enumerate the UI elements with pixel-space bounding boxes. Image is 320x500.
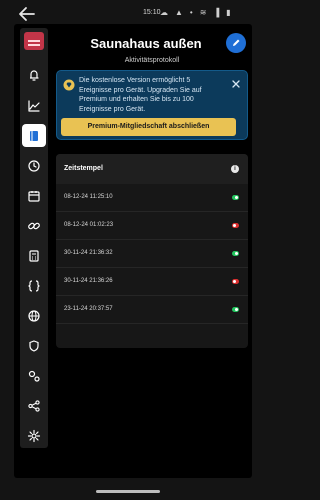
sidebar-item-links[interactable] [22,214,46,238]
state-on-icon [232,307,239,312]
sidebar-item-share[interactable] [22,394,46,418]
state-off-icon [232,223,239,228]
row-timestamp: 08-12-24 11:25:10 [64,194,113,200]
sidebar-item-code[interactable] [22,274,46,298]
premium-banner: Die kostenlose Version ermöglicht 5 Erei… [56,70,248,140]
row-timestamp: 23-11-24 20:37:57 [64,306,113,312]
row-timestamp: 30-11-24 21:36:26 [64,278,113,284]
sidebar-item-notifications[interactable] [22,64,46,88]
code-icon [28,280,40,292]
info-icon[interactable]: i [231,165,239,173]
clock-time: 15:10 [143,9,161,16]
wifi-icon: ≋ [199,8,207,17]
globe-icon [28,310,40,322]
state-on-icon [232,195,239,200]
premium-banner-text: Die kostenlose Version ermöglicht 5 Erei… [79,77,202,113]
bell-icon [30,70,39,82]
row-timestamp: 30-11-24 21:36:32 [64,250,113,256]
dot-icon: • [189,8,193,17]
sidebar-item-automation[interactable] [22,364,46,388]
premium-subscribe-button[interactable]: Premium-Mitgliedschaft abschließen [61,118,236,136]
page-title: Saunahaus außen [90,36,202,51]
clock-icon [28,160,40,172]
settings-icon [27,430,41,443]
table-row: 23-11-24 20:37:57 [56,296,248,324]
sidebar-item-charts[interactable] [22,94,46,118]
cloud-icon: ☁ [160,8,168,17]
sidebar-item-calculator[interactable] [22,244,46,268]
sidebar-item-network[interactable] [22,304,46,328]
pencil-icon [233,39,240,46]
sidebar-item-settings[interactable] [22,424,46,448]
calendar-icon [28,190,40,202]
state-on-icon [232,251,239,256]
link-icon [28,222,40,230]
table-header: Zeitstempel i [56,154,248,184]
bell-icon: ▲ [175,8,183,17]
share-icon [28,400,40,412]
home-indicator[interactable] [96,490,160,493]
gears-icon [28,370,40,382]
sidebar-item-schedule[interactable] [22,184,46,208]
table-row: 30-11-24 21:36:32 [56,240,248,268]
row-timestamp: 08-12-24 01:02:23 [64,222,114,228]
table-row: 08-12-24 01:02:23 [56,212,248,240]
status-icons: ☁ ▲ • ≋ ▐ ▮ [160,8,231,18]
page-subtitle: Aktivitätsprotokoll [124,57,180,64]
sidebar-item-log[interactable] [22,123,46,148]
sidebar-item-timer[interactable] [22,154,46,178]
sidebar [20,28,48,448]
battery-icon: ▮ [226,8,231,17]
calculator-icon [29,250,39,262]
book-icon [30,130,38,141]
edit-button[interactable] [226,33,246,53]
table-row: 08-12-24 11:25:10 [56,184,248,212]
sidebar-item-security[interactable] [22,334,46,358]
shield-icon [29,340,39,352]
signal-icon: ▐ [213,8,220,17]
gesture-bar [0,482,257,500]
timestamp-column-header: Zeitstempel [64,165,103,172]
back-arrow-icon[interactable] [18,6,36,22]
table-row: 30-11-24 21:36:26 [56,268,248,296]
app-logo[interactable] [24,32,44,50]
chart-icon [28,99,40,112]
close-icon[interactable] [232,80,240,88]
state-off-icon [232,279,239,284]
diamond-icon [63,79,75,91]
activity-table: Zeitstempel i 08-12-24 11:25:10 08-12-24… [56,154,248,348]
